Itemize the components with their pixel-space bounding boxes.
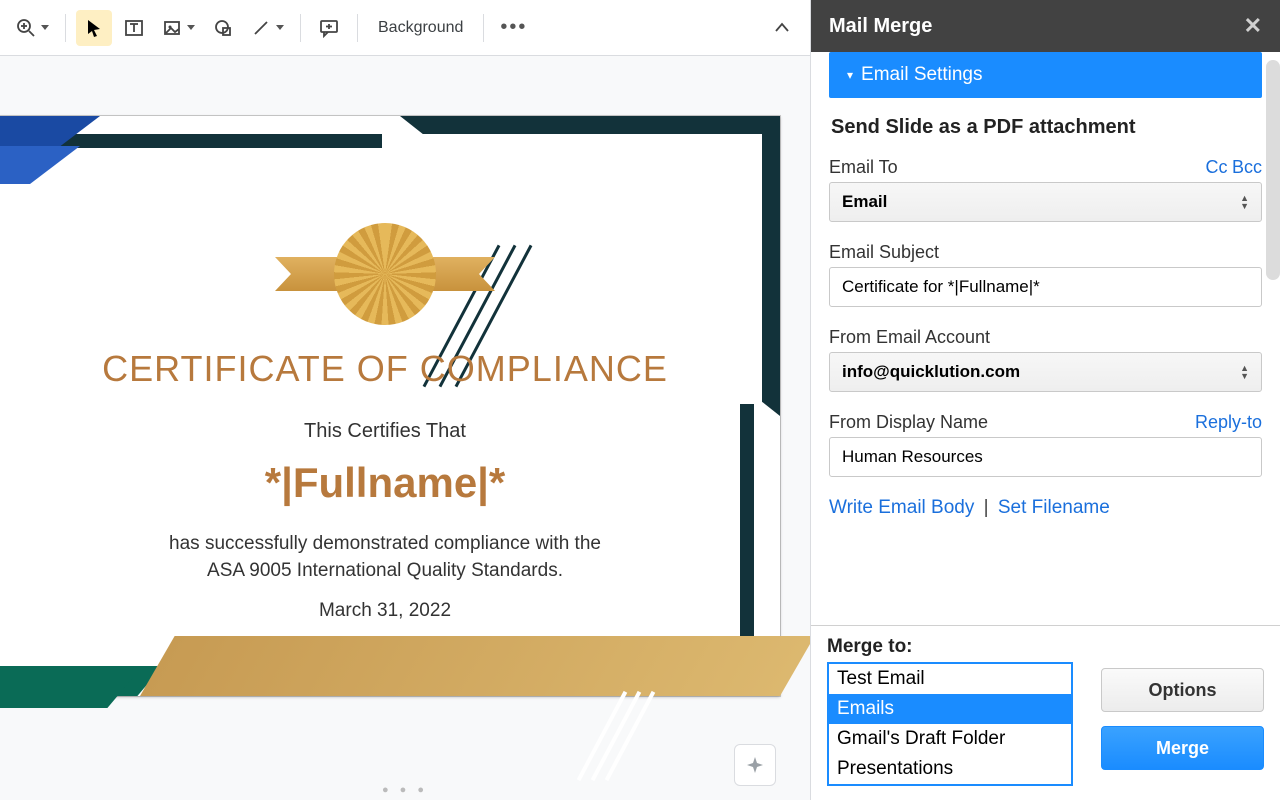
line-icon: [251, 18, 271, 38]
merge-to-listbox[interactable]: Test EmailEmailsGmail's Draft FolderPres…: [827, 662, 1073, 786]
more-icon: •••: [500, 16, 527, 39]
merge-option[interactable]: Gmail's Draft Folder: [829, 724, 1071, 754]
toolbar-separator: [357, 14, 358, 42]
cert-certifies-line: This Certifies That: [14, 420, 756, 443]
select-arrows-icon: ▲▼: [1240, 364, 1249, 380]
explore-button[interactable]: [734, 744, 776, 786]
triangle-down-icon: ▾: [847, 68, 853, 82]
image-icon: [162, 18, 182, 38]
display-name-field[interactable]: [842, 447, 1249, 467]
toolbar-separator: [65, 14, 66, 42]
caret-down-icon: [41, 25, 49, 30]
zoom-dropdown[interactable]: [10, 10, 55, 46]
slide[interactable]: CERTIFICATE OF COMPLIANCE This Certifies…: [0, 116, 780, 696]
panel-footer: Merge to: Test EmailEmailsGmail's Draft …: [811, 625, 1280, 800]
reply-to-link[interactable]: Reply-to: [1195, 412, 1262, 433]
email-subject-label: Email Subject: [829, 242, 939, 263]
cert-date: March 31, 2022: [14, 600, 756, 622]
panel-title: Mail Merge: [829, 15, 932, 38]
select-tool[interactable]: [76, 10, 112, 46]
merge-button[interactable]: Merge: [1101, 726, 1264, 770]
collapse-toolbar-button[interactable]: [764, 10, 800, 46]
set-filename-link[interactable]: Set Filename: [998, 497, 1110, 518]
merge-option[interactable]: Presentations: [829, 754, 1071, 784]
more-tools-button[interactable]: •••: [494, 10, 533, 46]
email-to-select[interactable]: Email ▲▼: [829, 182, 1262, 222]
background-button[interactable]: Background: [368, 10, 473, 46]
cert-body: has successfully demonstrated compliance…: [14, 531, 756, 584]
cert-fullname-placeholder: *|Fullname|*: [14, 459, 756, 507]
image-dropdown[interactable]: [156, 10, 201, 46]
textbox-tool[interactable]: [116, 10, 152, 46]
caret-down-icon: [187, 25, 195, 30]
email-settings-accordion[interactable]: ▾ Email Settings: [829, 52, 1262, 98]
textbox-icon: [123, 17, 145, 39]
display-name-input[interactable]: [829, 437, 1262, 477]
select-arrows-icon: ▲▼: [1240, 194, 1249, 210]
from-account-select[interactable]: info@quicklution.com ▲▼: [829, 352, 1262, 392]
shape-icon: [213, 18, 233, 38]
drag-handle-icon: ● ● ●: [382, 784, 428, 796]
cert-text-block: CERTIFICATE OF COMPLIANCE This Certifies…: [0, 348, 780, 622]
display-name-label: From Display Name: [829, 412, 988, 433]
email-subject-input[interactable]: [829, 267, 1262, 307]
merge-option[interactable]: Test Email: [829, 664, 1071, 694]
shape-tool[interactable]: [205, 10, 241, 46]
cert-title: CERTIFICATE OF COMPLIANCE: [14, 348, 756, 390]
toolbar-separator: [483, 14, 484, 42]
cert-corner-top-left: [0, 116, 120, 216]
sparkle-icon: [744, 754, 766, 776]
email-subject-field[interactable]: [842, 277, 1249, 297]
toolbar: Background •••: [0, 0, 810, 56]
close-panel-button[interactable]: ✕: [1244, 13, 1262, 39]
zoom-in-icon: [16, 18, 36, 38]
merge-option[interactable]: Emails: [829, 694, 1071, 724]
caret-down-icon: [276, 25, 284, 30]
cursor-icon: [84, 18, 104, 38]
line-dropdown[interactable]: [245, 10, 290, 46]
email-to-label: Email To: [829, 157, 898, 178]
write-email-body-link[interactable]: Write Email Body: [829, 497, 974, 518]
panel-body: ▾ Email Settings Send Slide as a PDF att…: [811, 52, 1280, 625]
body-links: Write Email Body | Set Filename: [829, 497, 1262, 519]
cc-link[interactable]: Cc: [1206, 157, 1228, 177]
mail-merge-panel: Mail Merge ✕ ▾ Email Settings Send Slide…: [810, 0, 1280, 800]
panel-header: Mail Merge ✕: [811, 0, 1280, 52]
cert-medal: [275, 231, 495, 326]
scrollbar[interactable]: [1266, 60, 1280, 280]
toolbar-separator: [300, 14, 301, 42]
canvas[interactable]: CERTIFICATE OF COMPLIANCE This Certifies…: [0, 56, 810, 800]
cert-gold-band: [140, 636, 810, 696]
options-button[interactable]: Options: [1101, 668, 1264, 712]
bcc-link[interactable]: Bcc: [1232, 157, 1262, 177]
merge-to-label: Merge to:: [827, 636, 1264, 658]
send-slide-heading: Send Slide as a PDF attachment: [831, 116, 1260, 139]
from-account-label: From Email Account: [829, 327, 990, 348]
comment-button[interactable]: [311, 10, 347, 46]
chevron-up-icon: [773, 19, 791, 37]
comment-icon: [318, 18, 340, 38]
